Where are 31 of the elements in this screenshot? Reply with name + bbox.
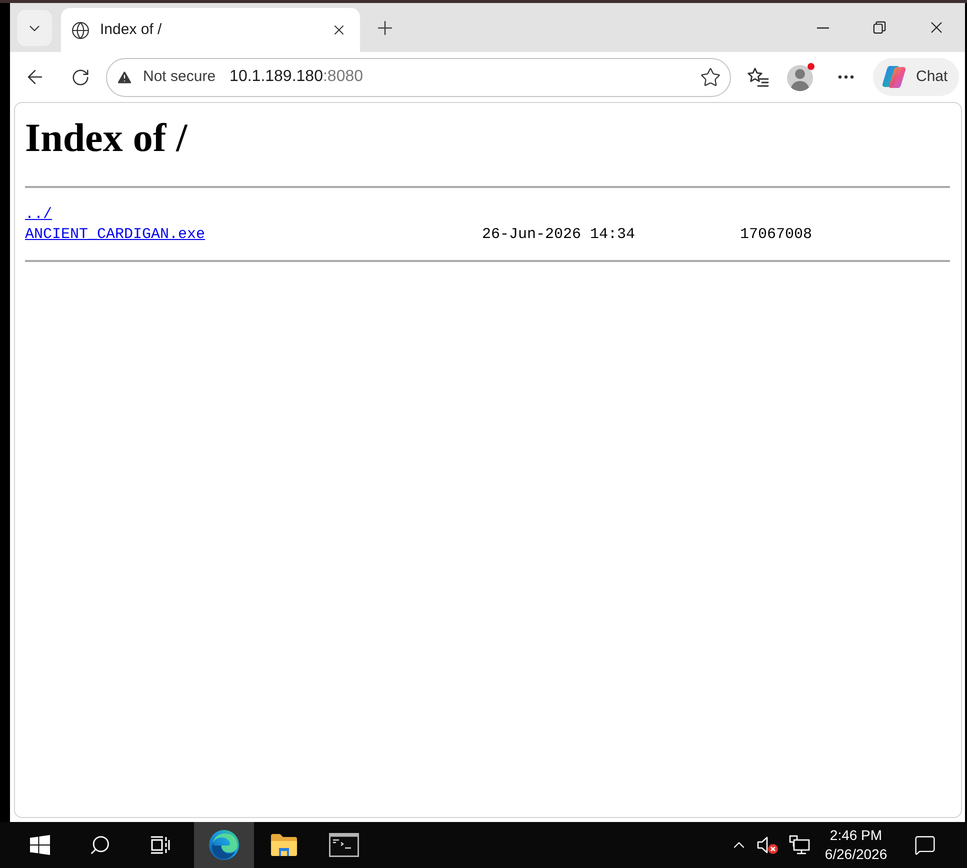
favorites-icon bbox=[747, 67, 769, 87]
modified-date: 26-Jun-2026 14:34 bbox=[482, 225, 634, 245]
network-icon bbox=[789, 835, 811, 855]
minimize-icon bbox=[816, 26, 828, 28]
file-link[interactable]: ../ bbox=[25, 206, 52, 223]
globe-icon bbox=[71, 20, 90, 40]
star-icon bbox=[700, 66, 720, 88]
add-favorite-button[interactable] bbox=[698, 65, 722, 89]
task-view-icon bbox=[150, 835, 170, 855]
tab-title: Index of / bbox=[100, 20, 162, 40]
page-heading: Index of / bbox=[25, 118, 188, 158]
file-link[interactable]: ANCIENT_CARDIGAN.exe bbox=[25, 226, 206, 243]
warning-icon bbox=[116, 68, 133, 86]
file-size: 17067008 bbox=[738, 225, 812, 245]
search-icon bbox=[89, 834, 111, 856]
more-icon bbox=[838, 75, 854, 79]
refresh-icon bbox=[70, 68, 90, 86]
url-text: 10.1.189.180:8080 bbox=[230, 67, 364, 87]
browser-tab[interactable]: Index of / bbox=[61, 8, 360, 52]
restore-icon bbox=[873, 21, 886, 34]
folder-icon bbox=[270, 833, 298, 857]
security-indicator[interactable]: Not secure bbox=[116, 63, 216, 91]
chat-logo-icon bbox=[881, 64, 907, 90]
terminal-icon bbox=[329, 833, 359, 857]
notifications-icon bbox=[914, 834, 936, 856]
browser-logo-icon bbox=[208, 829, 240, 861]
clock-button[interactable]: 2:46 PM 6/26/2026 bbox=[820, 822, 892, 868]
address-bar[interactable]: Not secure 10.1.189.180:8080 bbox=[106, 58, 731, 96]
start-logo-icon bbox=[30, 835, 50, 855]
taskbar-button[interactable] bbox=[194, 822, 254, 868]
chat-button[interactable]: Chat bbox=[873, 58, 959, 96]
